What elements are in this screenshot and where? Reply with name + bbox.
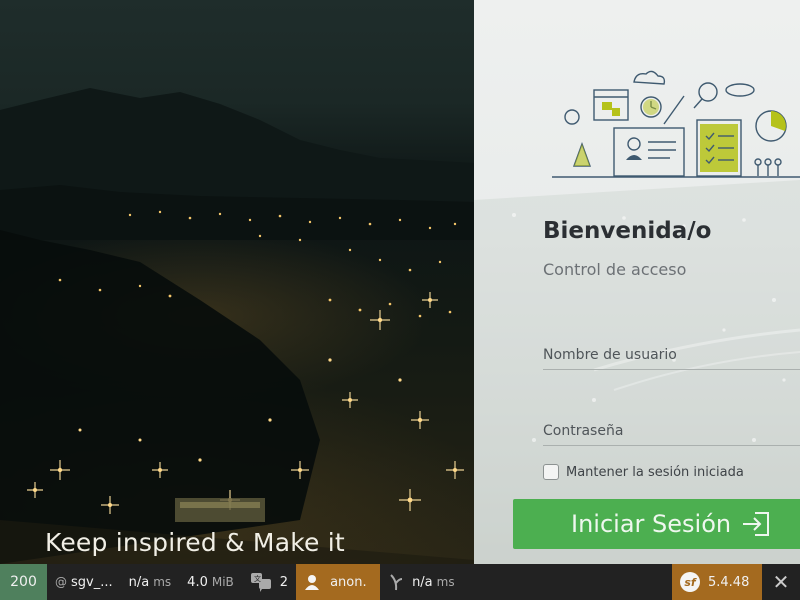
memory-unit: MiB xyxy=(211,575,234,589)
translation-panel[interactable]: 文 2 xyxy=(242,564,296,600)
password-input[interactable] xyxy=(543,416,800,446)
remember-me-label[interactable]: Mantener la sesión iniciada xyxy=(566,465,744,480)
memory-panel[interactable]: 4.0 MiB xyxy=(179,564,242,600)
time-panel[interactable]: n/a ms xyxy=(121,564,180,600)
login-panel: Bienvenida/o Control de acceso Mantener … xyxy=(474,0,800,564)
close-icon[interactable]: ✕ xyxy=(762,564,800,600)
twig-icon xyxy=(390,574,403,591)
svg-text:文: 文 xyxy=(254,574,261,583)
render-unit: ms xyxy=(436,575,455,589)
status-code[interactable]: 200 xyxy=(0,564,47,600)
memory-value: 4.0 xyxy=(187,574,208,590)
symfony-version[interactable]: sf 5.4.48 xyxy=(672,564,762,600)
twig-panel[interactable]: n/a ms xyxy=(380,564,463,600)
login-illustration xyxy=(552,70,800,178)
login-button-label: Iniciar Sesión xyxy=(571,510,732,538)
remember-me-checkbox[interactable] xyxy=(543,464,559,480)
route-name[interactable]: @ sgv_... xyxy=(47,564,121,600)
hero-image: Keep inspired & Make it xyxy=(0,0,474,564)
sign-in-icon xyxy=(743,512,770,536)
user-icon xyxy=(305,575,320,590)
translation-count: 2 xyxy=(279,574,289,590)
at-icon: @ xyxy=(55,575,67,589)
route-value: sgv_... xyxy=(71,574,113,590)
render-value: n/a xyxy=(412,574,433,590)
debug-toolbar: 200 @ sgv_... n/a ms 4.0 MiB 文 2 anon. n… xyxy=(0,564,800,600)
time-value: n/a xyxy=(128,574,150,590)
version-value: 5.4.48 xyxy=(708,574,750,590)
time-unit: ms xyxy=(153,575,172,589)
login-subtitle: Control de acceso xyxy=(543,260,687,279)
login-title: Bienvenida/o xyxy=(543,218,712,244)
hero-caption: Keep inspired & Make it xyxy=(45,528,345,557)
login-button[interactable]: Iniciar Sesión xyxy=(513,499,800,549)
username-input[interactable] xyxy=(543,340,800,370)
remember-me: Mantener la sesión iniciada xyxy=(543,464,744,480)
user-name: anon. xyxy=(330,574,367,590)
symfony-icon: sf xyxy=(680,572,700,592)
translation-icon: 文 xyxy=(250,573,271,592)
user-panel[interactable]: anon. xyxy=(296,564,381,600)
